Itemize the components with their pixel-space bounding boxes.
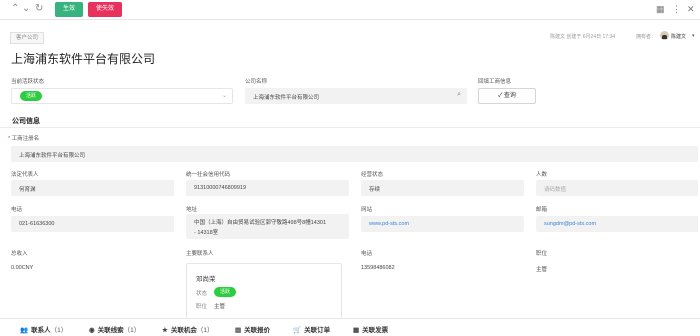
owner-name[interactable]: 陈建文 bbox=[671, 33, 686, 40]
email-field[interactable]: sungdm@pd-sts.com bbox=[536, 216, 698, 232]
backfill-label: 回填工商信息 bbox=[478, 79, 512, 85]
chevron-up-icon[interactable]: ⌃ bbox=[11, 3, 19, 14]
divider bbox=[0, 127, 700, 128]
main-contact-label: 主要联系人 bbox=[186, 251, 214, 257]
tab-related-leads[interactable]: ◉ 关联线索（1） bbox=[89, 324, 140, 334]
tab-related-invoices[interactable]: ▦ 关联发票 bbox=[353, 324, 388, 334]
phone-value: 021-61636300 bbox=[19, 221, 55, 227]
credit-code-field[interactable]: 91310000746809919 bbox=[186, 180, 349, 196]
contact-phone-label: 电话 bbox=[361, 251, 373, 257]
section-title: 公司信息 bbox=[12, 118, 40, 125]
email-label: 邮箱 bbox=[536, 207, 548, 213]
top-toolbar: ⌃ ⌄ ↻ 生效 使失效 ▦ ⋮ ✕ bbox=[0, 0, 700, 20]
website-field[interactable]: www.pd-sts.com bbox=[361, 216, 524, 232]
email-link[interactable]: sungdm@pd-sts.com bbox=[544, 221, 596, 227]
revenue-label: 总收入 bbox=[11, 251, 28, 257]
staff-field[interactable]: 请码数值 bbox=[536, 180, 698, 196]
close-icon[interactable]: ✕ bbox=[687, 4, 695, 15]
website-label: 网站 bbox=[361, 207, 373, 213]
activate-button[interactable]: 生效 bbox=[55, 2, 83, 17]
contact-name[interactable]: 邓尚荣 bbox=[196, 273, 216, 283]
search-icon[interactable]: ⌕ bbox=[457, 91, 461, 99]
related-tabs: 👥 联系人（1） ◉ 关联线索（1） ★ 关联机会（1） ▤ 关联报价 🛒 关联订单 ▦ 关… bbox=[0, 318, 700, 336]
owner-label: 拥有者： bbox=[636, 34, 657, 40]
tab-related-quotes[interactable]: ▤ 关联报价 bbox=[235, 324, 270, 334]
address-line-2: - 14318室 bbox=[194, 230, 219, 236]
query-button[interactable]: ✓ 查询 bbox=[478, 88, 536, 104]
company-name-value: 上海浦东软件平台有限公司 bbox=[253, 95, 320, 101]
website-link[interactable]: www.pd-sts.com bbox=[369, 221, 409, 227]
biz-status-field[interactable]: 存续 bbox=[361, 180, 524, 196]
tab-related-orders[interactable]: 🛒 关联订单 bbox=[293, 324, 330, 334]
legal-rep-label: 法定代表人 bbox=[11, 172, 39, 178]
page-title: 上海浦东软件平台有限公司 bbox=[11, 52, 156, 66]
legal-rep-value: 何育渊 bbox=[19, 187, 36, 193]
contact-position-label: 职位 bbox=[196, 304, 208, 310]
chevron-down-icon: ⌄ bbox=[221, 93, 227, 99]
meta-owner-info: 陈建文 创建于 6月24日 17:34 bbox=[550, 34, 616, 40]
grid-icon[interactable]: ▦ bbox=[656, 4, 665, 15]
contacts-icon: 👥 bbox=[20, 327, 29, 334]
status-label: 当前活跃状态 bbox=[11, 79, 45, 85]
chevron-down-icon[interactable]: ⌄ bbox=[22, 3, 30, 14]
tab-contacts[interactable]: 👥 联系人（1） bbox=[20, 324, 67, 334]
lead-icon: ◉ bbox=[89, 327, 95, 334]
phone-field[interactable]: 021-61636300 bbox=[11, 216, 174, 232]
required-icon: * bbox=[8, 136, 11, 142]
company-name-field[interactable]: 上海浦东软件平台有限公司 ⌕ bbox=[245, 88, 467, 104]
contact-status-label: 状态 bbox=[196, 291, 208, 297]
credit-code-label: 统一社会信用代码 bbox=[186, 172, 231, 178]
order-icon: 🛒 bbox=[293, 327, 302, 334]
query-button-label: 查询 bbox=[503, 93, 516, 99]
address-line-1: 中国（上海）自由贸易试验区郭守敬路498号8幢14301 bbox=[194, 220, 327, 226]
contact-status-pill: 活跃 bbox=[214, 287, 237, 297]
staff-label: 人数 bbox=[536, 172, 548, 178]
business-name-value: 上海浦东软件平台有限公司 bbox=[19, 153, 86, 159]
refresh-icon[interactable]: ↻ bbox=[35, 3, 43, 14]
phone-label: 电话 bbox=[11, 207, 23, 213]
contact-phone-value: 13598486082 bbox=[361, 265, 395, 271]
legal-rep-field[interactable]: 何育渊 bbox=[11, 180, 174, 196]
credit-code-value: 91310000746809919 bbox=[194, 185, 247, 191]
biz-status-label: 经营状态 bbox=[361, 172, 384, 178]
business-name-label: * 工商注册名 bbox=[8, 136, 40, 142]
quote-icon: ▤ bbox=[235, 327, 242, 334]
revenue-value: 0.00CNY bbox=[11, 265, 34, 271]
status-select[interactable]: 活跃 ⌄ bbox=[11, 88, 233, 104]
invoice-icon: ▦ bbox=[353, 327, 360, 334]
biz-status-value: 存续 bbox=[369, 187, 381, 193]
position-label: 职位 bbox=[536, 251, 548, 257]
star-icon: ★ bbox=[162, 327, 168, 334]
tab-related-opportunities[interactable]: ★ 关联机会（1） bbox=[162, 324, 213, 334]
staff-placeholder: 请码数值 bbox=[544, 187, 567, 193]
more-icon[interactable]: ⋮ bbox=[672, 4, 681, 15]
company-name-label: 公司名称 bbox=[245, 79, 268, 85]
invalidate-button[interactable]: 使失效 bbox=[88, 2, 122, 17]
breadcrumb[interactable]: 客户公司 bbox=[10, 32, 45, 44]
avatar[interactable] bbox=[660, 31, 669, 40]
address-label: 地址 bbox=[186, 207, 198, 213]
owner-dropdown-icon[interactable]: ▾ bbox=[692, 33, 695, 39]
business-name-field[interactable]: 上海浦东软件平台有限公司 bbox=[11, 146, 698, 162]
address-field[interactable]: 中国（上海）自由贸易试验区郭守敬路498号8幢14301 - 14318室 bbox=[186, 214, 349, 239]
position-value: 主管 bbox=[536, 267, 548, 273]
contact-position-value: 主管 bbox=[214, 304, 226, 310]
status-pill: 活跃 bbox=[20, 91, 43, 101]
